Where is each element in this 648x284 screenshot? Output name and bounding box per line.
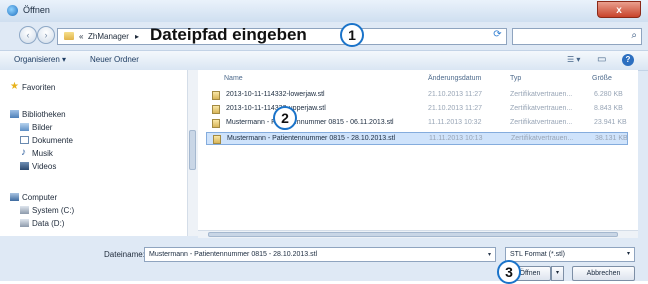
pictures-icon bbox=[20, 123, 29, 131]
filename-input[interactable]: Mustermann - Patientennummer 0815 - 28.1… bbox=[144, 247, 496, 262]
preview-pane-icon[interactable]: ▭ bbox=[597, 54, 606, 65]
file-size: 6.280 KB bbox=[594, 91, 623, 98]
file-type: Zertifikatvertrauen... bbox=[511, 135, 574, 142]
file-row[interactable]: 2013-10-11-114332-upperjaw.stl 21.10.201… bbox=[206, 103, 628, 116]
close-button[interactable]: x bbox=[597, 1, 641, 18]
nav-system-drive[interactable]: System (C:) bbox=[32, 206, 74, 215]
file-size: 38.131 KB bbox=[595, 135, 628, 142]
file-name: Mustermann - Patientennummer 0815 - 28.1… bbox=[227, 135, 396, 142]
title-bar: Öffnen x bbox=[0, 0, 648, 22]
file-row[interactable]: 2013-10-11-114332-lowerjaw.stl 21.10.201… bbox=[206, 89, 628, 102]
breadcrumb-zhmanager[interactable]: ZhManager bbox=[88, 32, 129, 41]
stl-file-icon bbox=[212, 91, 220, 100]
star-icon: ★ bbox=[10, 81, 19, 92]
nav-scrollbar-thumb[interactable] bbox=[189, 130, 196, 170]
file-type-filter[interactable]: STL Format (*.stl) ▾ bbox=[505, 247, 635, 262]
file-name: 2013-10-11-114332-lowerjaw.stl bbox=[226, 91, 325, 98]
breadcrumb-overflow[interactable]: « bbox=[79, 32, 83, 41]
view-options-icon[interactable]: ☰ ▾ bbox=[567, 55, 580, 64]
search-icon: ⌕ bbox=[631, 30, 637, 41]
nav-data-drive[interactable]: Data (D:) bbox=[32, 219, 64, 228]
file-list: Name Änderungsdatum Typ Größe 2013-10-11… bbox=[198, 70, 638, 230]
file-list-scrollbar-thumb[interactable] bbox=[208, 232, 618, 237]
drive-c-icon bbox=[20, 206, 29, 214]
new-folder-button[interactable]: Neuer Ordner bbox=[90, 55, 139, 64]
library-icon bbox=[10, 110, 19, 118]
marker-2: 2 bbox=[273, 106, 297, 130]
nav-favorites[interactable]: Favoriten bbox=[22, 83, 55, 92]
file-size: 23.941 KB bbox=[594, 119, 627, 126]
breadcrumb-separator[interactable]: ▸ bbox=[135, 32, 139, 41]
file-type: Zertifikatvertrauen... bbox=[510, 91, 573, 98]
window-title: Öffnen bbox=[23, 5, 50, 15]
file-row-selected[interactable]: Mustermann - Patientennummer 0815 - 28.1… bbox=[206, 132, 628, 145]
cancel-button[interactable]: Abbrechen bbox=[572, 266, 635, 281]
refresh-icon[interactable]: ⟳ bbox=[490, 28, 505, 41]
column-name[interactable]: Name bbox=[224, 75, 243, 82]
file-type-filter-value: STL Format (*.stl) bbox=[510, 251, 565, 258]
navigation-pane: ★ Favoriten Bibliotheken Bilder Dokument… bbox=[0, 70, 187, 236]
toolbar: Organisieren ▾ Neuer Ordner ☰ ▾ ▭ ? bbox=[0, 50, 648, 71]
file-name: Mustermann - Patientennummer 0815 - 06.1… bbox=[226, 119, 394, 126]
file-date: 11.11.2013 10:13 bbox=[429, 135, 483, 142]
annotation-path-hint: Dateipfad eingeben bbox=[150, 25, 307, 44]
stl-file-icon bbox=[212, 105, 220, 114]
file-row[interactable]: Mustermann - Patientennummer 0815 - 06.1… bbox=[206, 117, 628, 130]
forward-button[interactable]: › bbox=[37, 26, 55, 44]
filter-dropdown-icon: ▾ bbox=[626, 251, 630, 257]
open-options-dropdown[interactable]: ▾ bbox=[551, 266, 564, 281]
column-date[interactable]: Änderungsdatum bbox=[428, 75, 481, 82]
dialog-footer: Dateiname: Mustermann - Patientennummer … bbox=[0, 238, 648, 284]
stl-file-icon bbox=[213, 135, 221, 144]
column-size[interactable]: Größe bbox=[592, 75, 612, 82]
nav-music[interactable]: Musik bbox=[32, 149, 53, 158]
file-open-dialog: Öffnen x ‹ › « ZhManager ▸ Dateipfad ein… bbox=[0, 0, 648, 284]
nav-pictures[interactable]: Bilder bbox=[32, 123, 52, 132]
address-bar[interactable]: « ZhManager ▸ Dateipfad eingeben ▾ bbox=[57, 25, 537, 45]
filename-dropdown-icon[interactable]: ▾ bbox=[488, 251, 491, 258]
music-icon: ♪ bbox=[21, 147, 26, 158]
file-type: Zertifikatvertrauen... bbox=[510, 119, 573, 126]
app-icon bbox=[7, 5, 18, 16]
file-size: 8.843 KB bbox=[594, 105, 623, 112]
file-type: Zertifikatvertrauen... bbox=[510, 105, 573, 112]
filename-label: Dateiname: bbox=[104, 250, 145, 259]
nav-videos[interactable]: Videos bbox=[32, 162, 56, 171]
help-icon[interactable]: ? bbox=[622, 54, 634, 66]
stl-file-icon bbox=[212, 119, 220, 128]
marker-3: 3 bbox=[497, 260, 521, 284]
nav-documents[interactable]: Dokumente bbox=[32, 136, 73, 145]
search-input[interactable]: ⌕ bbox=[512, 28, 642, 45]
file-date: 21.10.2013 11:27 bbox=[428, 91, 482, 98]
marker-1: 1 bbox=[340, 23, 364, 47]
column-type[interactable]: Typ bbox=[510, 75, 521, 82]
address-row: ‹ › « ZhManager ▸ Dateipfad eingeben ▾ ⟳… bbox=[0, 22, 648, 50]
file-date: 21.10.2013 11:27 bbox=[428, 105, 482, 112]
folder-icon bbox=[64, 32, 74, 40]
nav-computer[interactable]: Computer bbox=[22, 193, 57, 202]
documents-icon bbox=[20, 136, 29, 144]
computer-icon bbox=[10, 193, 19, 201]
file-date: 11.11.2013 10:32 bbox=[428, 119, 482, 126]
nav-libraries[interactable]: Bibliotheken bbox=[22, 110, 66, 119]
drive-d-icon bbox=[20, 219, 29, 227]
back-button[interactable]: ‹ bbox=[19, 26, 37, 44]
organize-menu[interactable]: Organisieren ▾ bbox=[14, 55, 66, 64]
video-icon bbox=[20, 162, 29, 170]
nav-scrollbar[interactable] bbox=[187, 70, 198, 236]
